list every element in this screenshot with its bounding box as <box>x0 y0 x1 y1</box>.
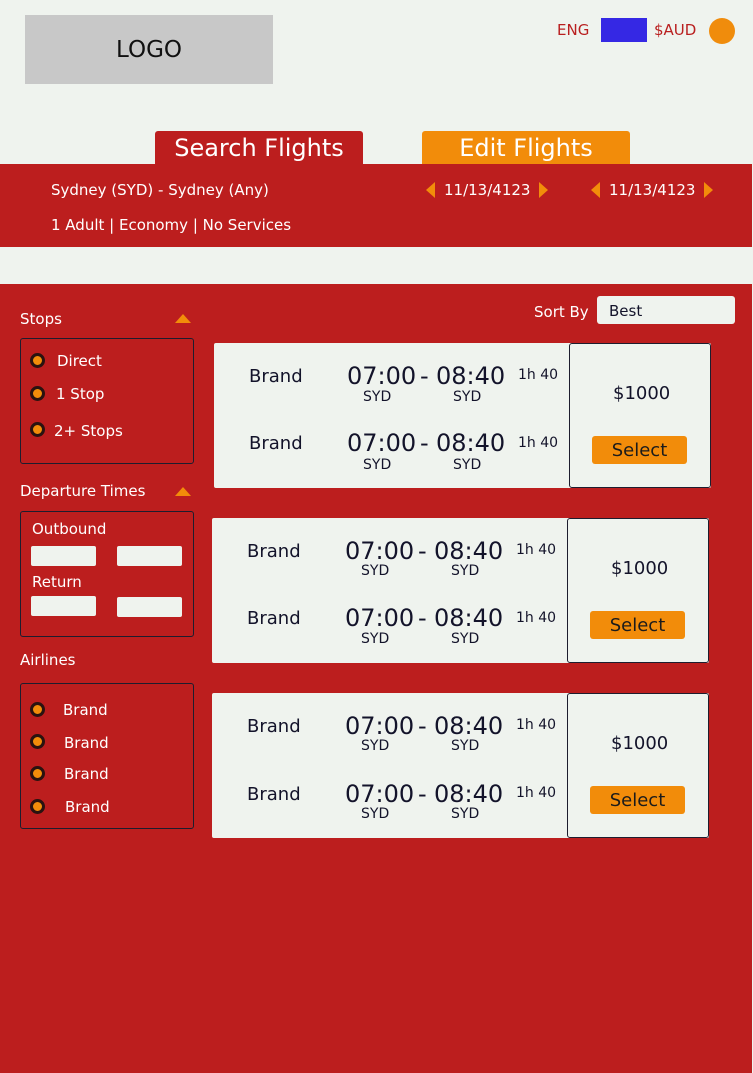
price-box <box>567 693 709 838</box>
outbound-from-input[interactable] <box>31 546 96 566</box>
outbound-date-picker: 11/13/4123 <box>426 181 549 199</box>
stops-filter-box <box>20 338 194 464</box>
depart-time: 07:00 <box>345 780 415 808</box>
route-summary: Sydney (SYD) - Sydney (Any) <box>51 181 269 199</box>
airline-brand: Brand <box>249 433 303 454</box>
passenger-summary: 1 Adult | Economy | No Services <box>51 216 292 234</box>
outbound-label: Outbound <box>32 520 107 538</box>
prev-date-arrow-icon[interactable] <box>426 182 435 198</box>
radio-airline[interactable] <box>30 702 45 717</box>
stops-option-label: 1 Stop <box>56 385 105 403</box>
collapse-caret-icon[interactable] <box>175 487 191 496</box>
return-date: 11/13/4123 <box>609 181 696 199</box>
arrive-time: 08:40 <box>434 780 504 808</box>
user-avatar-icon[interactable] <box>709 18 735 44</box>
stops-filter-title: Stops <box>20 310 62 328</box>
flight-duration: 1h 40 <box>518 367 559 383</box>
select-flight-button[interactable]: Select <box>592 436 687 464</box>
flight-price: $1000 <box>611 558 669 579</box>
arrive-time: 08:40 <box>434 712 504 740</box>
airline-option-label: Brand <box>64 765 109 783</box>
flight-duration: 1h 40 <box>518 435 559 451</box>
time-separator: - <box>420 429 429 457</box>
from-airport: SYD <box>363 457 392 473</box>
next-date-arrow-icon[interactable] <box>539 182 549 198</box>
next-date-arrow-icon[interactable] <box>704 182 714 198</box>
radio-direct[interactable] <box>30 353 45 368</box>
radio-airline[interactable] <box>30 766 45 781</box>
depart-time: 07:00 <box>347 362 417 390</box>
airline-brand: Brand <box>247 541 301 562</box>
tab-edit-flights[interactable]: Edit Flights <box>422 131 630 164</box>
to-airport: SYD <box>451 738 480 754</box>
time-separator: - <box>418 780 427 808</box>
from-airport: SYD <box>361 806 390 822</box>
arrive-time: 08:40 <box>436 362 506 390</box>
arrive-time: 08:40 <box>434 537 504 565</box>
stops-option-label: 2+ Stops <box>54 422 123 440</box>
flight-price: $1000 <box>611 733 669 754</box>
from-airport: SYD <box>363 389 392 405</box>
airlines-filter-title: Airlines <box>20 651 76 669</box>
to-airport: SYD <box>453 389 482 405</box>
search-summary-bar <box>0 164 752 247</box>
time-separator: - <box>420 362 429 390</box>
price-box <box>569 343 711 488</box>
currency-selector[interactable]: $AUD <box>654 21 696 39</box>
flight-duration: 1h 40 <box>516 785 557 801</box>
from-airport: SYD <box>361 738 390 754</box>
return-to-input[interactable] <box>117 597 182 617</box>
airline-brand: Brand <box>247 608 301 629</box>
depart-time: 07:00 <box>345 712 415 740</box>
from-airport: SYD <box>361 563 390 579</box>
radio-2-plus-stops[interactable] <box>30 422 45 437</box>
flight-duration: 1h 40 <box>516 542 557 558</box>
airline-brand: Brand <box>249 366 303 387</box>
select-flight-button[interactable]: Select <box>590 611 685 639</box>
flight-duration: 1h 40 <box>516 717 557 733</box>
return-from-input[interactable] <box>31 596 96 616</box>
collapse-caret-icon[interactable] <box>175 314 191 323</box>
sort-label: Sort By <box>534 303 589 321</box>
flight-price: $1000 <box>613 383 671 404</box>
airline-brand: Brand <box>247 784 301 805</box>
return-date-picker: 11/13/4123 <box>591 181 714 199</box>
departure-times-filter-title: Departure Times <box>20 482 146 500</box>
airline-option-label: Brand <box>64 734 109 752</box>
to-airport: SYD <box>451 806 480 822</box>
time-separator: - <box>418 604 427 632</box>
radio-airline[interactable] <box>30 734 45 749</box>
tab-search-flights[interactable]: Search Flights <box>155 131 363 164</box>
from-airport: SYD <box>361 631 390 647</box>
depart-time: 07:00 <box>345 604 415 632</box>
language-selector[interactable]: ENG <box>557 21 589 39</box>
flight-duration: 1h 40 <box>516 610 557 626</box>
arrive-time: 08:40 <box>434 604 504 632</box>
price-box <box>567 518 709 663</box>
radio-airline[interactable] <box>30 799 45 814</box>
outbound-to-input[interactable] <box>117 546 182 566</box>
time-separator: - <box>418 712 427 740</box>
airline-option-label: Brand <box>63 701 108 719</box>
return-label: Return <box>32 573 82 591</box>
logo[interactable]: LOGO <box>25 15 273 84</box>
radio-1-stop[interactable] <box>30 386 45 401</box>
prev-date-arrow-icon[interactable] <box>591 182 600 198</box>
airline-brand: Brand <box>247 716 301 737</box>
stops-option-label: Direct <box>57 352 102 370</box>
airline-option-label: Brand <box>65 798 110 816</box>
outbound-date: 11/13/4123 <box>444 181 531 199</box>
to-airport: SYD <box>451 631 480 647</box>
sort-select[interactable]: Best <box>597 296 735 324</box>
language-flag-icon[interactable] <box>601 18 647 42</box>
select-flight-button[interactable]: Select <box>590 786 685 814</box>
time-separator: - <box>418 537 427 565</box>
depart-time: 07:00 <box>347 429 417 457</box>
arrive-time: 08:40 <box>436 429 506 457</box>
to-airport: SYD <box>453 457 482 473</box>
depart-time: 07:00 <box>345 537 415 565</box>
to-airport: SYD <box>451 563 480 579</box>
